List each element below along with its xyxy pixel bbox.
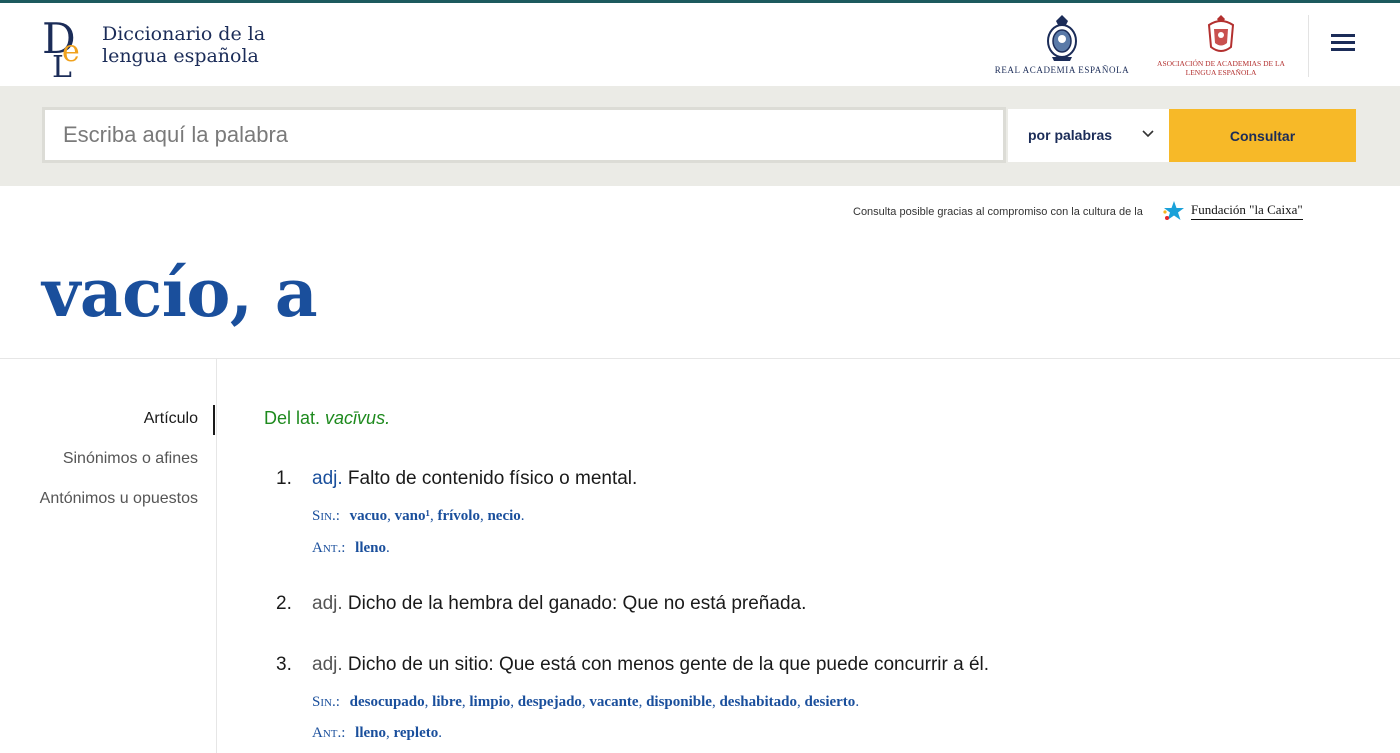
synonym-link[interactable]: necio xyxy=(487,508,520,524)
title-divider xyxy=(0,358,1400,359)
sense-abbr[interactable]: adj. Falto de contenido físico o mental. xyxy=(312,468,637,490)
rae-label: REAL ACADEMIA ESPAÑOLA xyxy=(994,65,1130,75)
sense-abbr-text: adj. xyxy=(312,654,343,675)
synonym-link[interactable]: desierto xyxy=(804,694,855,710)
synonym-link[interactable]: desocupado xyxy=(350,694,425,710)
rae-link[interactable]: REAL ACADEMIA ESPAÑOLA xyxy=(986,13,1138,79)
asale-label-line2: LENGUA ESPAÑOLA xyxy=(1185,68,1257,77)
site-title-line2: lengua española xyxy=(102,45,259,67)
sidebar-item-articulo[interactable]: Artículo xyxy=(144,410,198,428)
sense-number: 1. xyxy=(276,468,292,489)
etymology-prefix: Del lat. xyxy=(264,408,321,428)
synonyms-label: Sin.: xyxy=(312,508,340,524)
site-title-line1: Diccionario de la xyxy=(102,23,266,45)
synonym-link[interactable]: disponible xyxy=(646,694,712,710)
sense-definition: Dicho de un sitio: Que está con menos ge… xyxy=(347,654,990,675)
sidebar-item-antonimos[interactable]: Antónimos u opuestos xyxy=(40,490,198,508)
asale-label: ASOCIACIÓN DE ACADEMIAS DE LA LENGUA ESP… xyxy=(1154,59,1288,77)
menu-button[interactable] xyxy=(1326,31,1360,59)
antonym-link[interactable]: lleno xyxy=(355,540,386,556)
asale-link[interactable]: ASOCIACIÓN DE ACADEMIAS DE LA LENGUA ESP… xyxy=(1154,13,1288,79)
sense-number: 2. xyxy=(276,593,292,614)
active-indicator xyxy=(213,405,215,435)
synonym-link[interactable]: limpio xyxy=(469,694,510,710)
etymology-word: vacīvus. xyxy=(325,408,391,428)
consult-button[interactable]: Consultar xyxy=(1169,109,1356,162)
hamburger-icon xyxy=(1331,34,1355,37)
synonym-link[interactable]: vacante xyxy=(589,694,638,710)
sponsor-text: Consulta posible gracias al compromiso c… xyxy=(853,206,1143,218)
entry-headword: vacío, a xyxy=(42,254,318,332)
synonym-link[interactable]: vano¹ xyxy=(395,508,430,524)
asale-crest-icon xyxy=(1207,15,1235,52)
search-mode-select[interactable]: por palabras xyxy=(1008,109,1170,162)
synonym-link[interactable]: despejado xyxy=(518,694,582,710)
caixa-link[interactable]: Fundación "la Caixa" xyxy=(1191,202,1303,220)
asale-label-line1: ASOCIACIÓN DE ACADEMIAS DE LA xyxy=(1157,59,1285,68)
search-bar: por palabras Consultar xyxy=(0,86,1400,186)
sense-abbr-text: adj. xyxy=(312,468,343,489)
dle-logo[interactable]: D e L xyxy=(42,13,92,77)
antonym-link[interactable]: repleto xyxy=(394,725,439,741)
sense-abbr-text: adj. xyxy=(312,593,343,614)
sense-definition: Dicho de la hembra del ganado: Que no es… xyxy=(347,593,807,614)
site-title[interactable]: Diccionario de la lengua española xyxy=(102,23,265,67)
antonyms-label: Ant.: xyxy=(312,725,346,741)
sense-definition: Falto de contenido físico o mental. xyxy=(347,468,638,489)
hamburger-icon-bar xyxy=(1331,48,1355,51)
svg-text:L: L xyxy=(52,50,72,77)
synonym-link[interactable]: libre xyxy=(432,694,462,710)
caixa-star-icon xyxy=(1163,201,1184,220)
rae-crest-icon xyxy=(1047,15,1077,61)
hamburger-icon-bar xyxy=(1331,41,1355,44)
header-divider xyxy=(1308,15,1309,77)
sidebar-item-sinonimos[interactable]: Sinónimos o afines xyxy=(63,450,198,468)
chevron-down-icon xyxy=(1142,130,1154,138)
sidebar-divider xyxy=(216,359,217,753)
antonyms-label: Ant.: xyxy=(312,540,346,556)
synonym-link[interactable]: deshabitado xyxy=(719,694,797,710)
sense-abbr[interactable]: adj. Dicho de la hembra del ganado: Que … xyxy=(312,593,806,615)
synonyms-label: Sin.: xyxy=(312,694,340,710)
synonyms-row: Sin.: desocupado, libre, limpio, despeja… xyxy=(312,694,860,710)
search-input[interactable] xyxy=(42,107,1006,163)
synonym-link[interactable]: vacuo xyxy=(350,508,388,524)
etymology: Del lat. vacīvus. xyxy=(264,408,390,429)
site-header: D e L Diccionario de la lengua española … xyxy=(0,3,1400,86)
synonyms-row: Sin.: vacuo, vano¹, frívolo, necio. xyxy=(312,508,525,524)
antonym-link[interactable]: lleno xyxy=(355,725,386,741)
synonym-link[interactable]: frívolo xyxy=(437,508,480,524)
sense-number: 3. xyxy=(276,654,292,675)
antonyms-row: Ant.: lleno, repleto. xyxy=(312,725,442,741)
antonyms-row: Ant.: lleno. xyxy=(312,540,390,556)
sense-abbr[interactable]: adj. Dicho de un sitio: Que está con men… xyxy=(312,654,989,676)
search-mode-label: por palabras xyxy=(1028,127,1113,143)
